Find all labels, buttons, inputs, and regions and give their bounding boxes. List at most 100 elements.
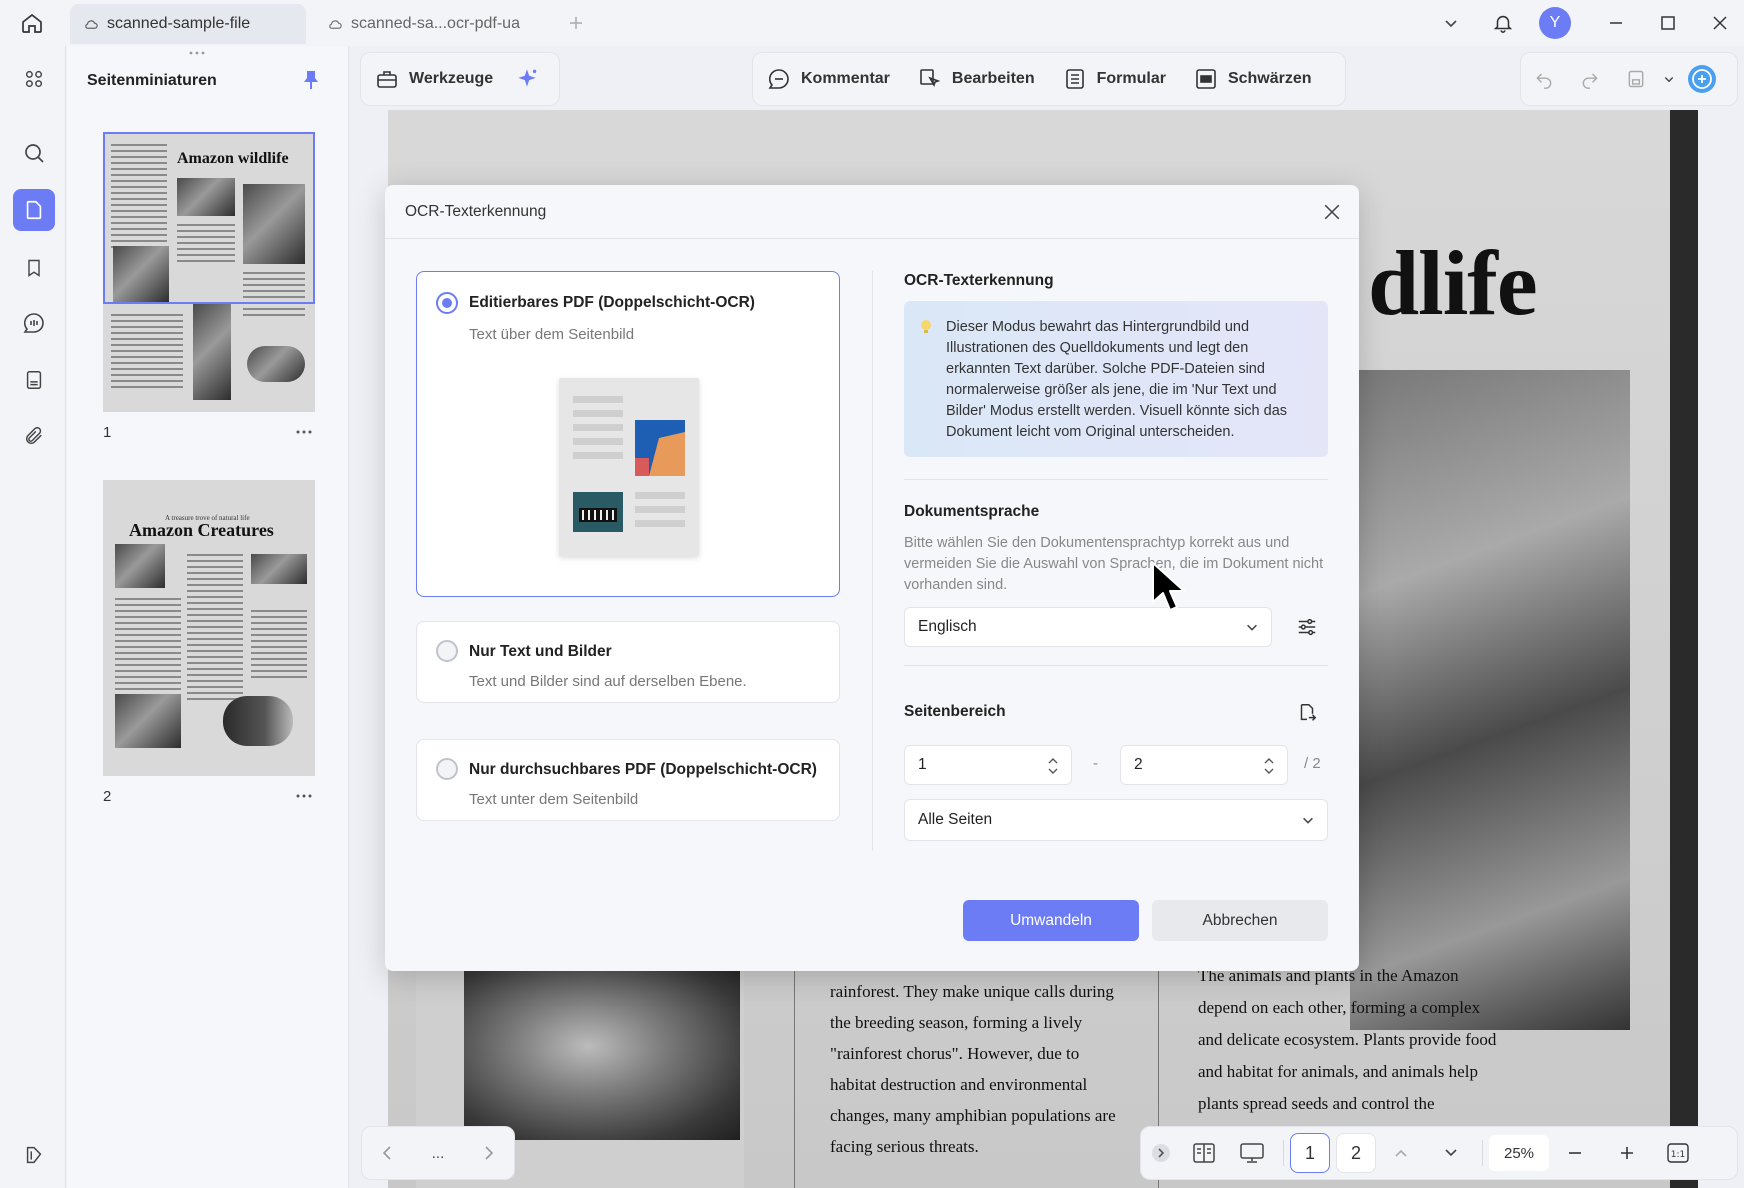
bookmark-icon[interactable] [13,247,55,289]
section-divider [904,665,1328,666]
radio-button[interactable] [436,640,458,662]
thumbnail-text-block [187,554,243,704]
option-editable-pdf[interactable]: Editierbares PDF (Doppelschicht-OCR) Tex… [416,271,840,597]
right-column-text: The animals and plants in the Amazon dep… [1198,960,1528,1120]
thumbnail-photo [193,304,231,400]
page-range-swap-icon[interactable] [1291,697,1323,729]
save-icon[interactable] [1613,53,1659,105]
actual-size-icon[interactable]: 1:1 [1653,1127,1703,1179]
werkzeuge-button[interactable]: Werkzeuge [361,53,507,105]
range-from-value: 1 [918,756,927,773]
option-title: Nur Text und Bilder [469,643,612,660]
radio-button[interactable] [436,758,458,780]
attachment-paperclip-icon[interactable] [13,415,55,457]
schwaerzen-label: Schwärzen [1227,70,1312,87]
apps-grid-icon[interactable] [13,58,55,100]
range-to-stepper[interactable]: 2 [1120,745,1288,785]
thumbnail-photo [223,696,293,746]
language-hint: Bitte wählen Sie den Dokumentensprachtyp… [904,535,1324,593]
comment-bubble-icon[interactable] [13,302,55,344]
option-searchable-pdf[interactable]: Nur durchsuchbares PDF (Doppelschicht-OC… [416,739,840,821]
zoom-out-minus-icon[interactable] [1549,1127,1601,1179]
search-icon[interactable] [13,132,55,174]
page-button-2[interactable]: 2 [1336,1133,1376,1173]
radio-button-selected[interactable] [436,292,458,314]
redo-icon[interactable] [1567,53,1613,105]
zoom-in-plus-icon[interactable] [1601,1127,1653,1179]
edit-cursor-icon [918,67,942,91]
language-settings-sliders-icon[interactable] [1291,611,1323,643]
page-dark-edge [1670,110,1698,1188]
ai-sparkle-icon[interactable] [507,53,547,105]
page-thumbnail-2[interactable]: A treasure trove of natural life Amazon … [103,480,315,776]
thumbnail-page-number: 1 [103,424,112,441]
stepper-arrows-icon[interactable] [1263,754,1275,778]
language-select[interactable]: Englisch [904,607,1272,647]
tab-label: scanned-sa...ocr-pdf-ua [351,15,520,32]
thumbnail-more-icon[interactable] [291,786,317,806]
info-text: Dieser Modus bewahrt das Hintergrundbild… [946,319,1288,440]
drag-handle-icon[interactable] [187,50,207,56]
tab-scanned-ocr-pdf-ua[interactable]: scanned-sa...ocr-pdf-ua [314,4,550,44]
text-line: facing serious threats. [830,1137,979,1156]
next-chevron-right-icon[interactable] [465,1127,514,1179]
save-options-chevron-down-icon[interactable] [1659,53,1679,105]
convert-button[interactable]: Umwandeln [963,900,1139,941]
zoom-level-field[interactable]: 25% [1489,1135,1549,1171]
language-value: Englisch [918,618,977,635]
close-window-icon[interactable] [1704,8,1736,38]
redact-icon [1194,67,1218,91]
language-heading: Dokumentsprache [904,503,1040,520]
option-text-and-images[interactable]: Nur Text und Bilder Text und Bilder sind… [416,621,840,703]
stepper-arrows-icon[interactable] [1047,754,1059,778]
left-rail [0,46,66,1188]
notification-bell-icon[interactable] [1488,8,1518,38]
view-controls-bar: 1 2 25% 1:1 [1140,1126,1738,1180]
more-pages-ellipsis[interactable]: ... [411,1127,464,1179]
pages-select[interactable]: Alle Seiten [904,799,1328,841]
presentation-icon[interactable] [1227,1127,1277,1179]
bearbeiten-button[interactable]: Bearbeiten [904,53,1049,105]
panel-toggle-icon[interactable] [13,1134,55,1176]
thumbnail-photo [251,554,307,584]
option-title: Nur durchsuchbares PDF (Doppelschicht-OC… [469,761,817,778]
text-line: "rainforest chorus". However, due to [830,1044,1080,1063]
avatar[interactable]: Y [1539,7,1571,39]
page-up-chevron-icon[interactable] [1376,1127,1426,1179]
thumbnail-more-icon[interactable] [291,422,317,442]
formular-button[interactable]: Formular [1049,53,1180,105]
text-line: habitat destruction and environmental [830,1075,1088,1094]
previous-chevron-left-icon[interactable] [362,1127,411,1179]
thumbnail-page-number: 2 [103,788,112,805]
range-from-stepper[interactable]: 1 [904,745,1072,785]
document-stack-icon[interactable] [13,359,55,401]
minimize-icon[interactable] [1600,8,1632,38]
svg-text:1:1: 1:1 [1671,1150,1685,1160]
tab-label: scanned-sample-file [107,15,251,32]
form-icon [1063,67,1087,91]
ai-assistant-icon[interactable] [1679,53,1725,105]
page-thumbnail-1[interactable]: Amazon wildlife [103,132,315,412]
tab-scanned-sample-file[interactable]: scanned-sample-file [70,4,306,44]
thumbnail-text-block [115,598,181,694]
undo-icon[interactable] [1521,53,1567,105]
tab-list-chevron-down-icon[interactable] [1437,10,1465,36]
kommentar-button[interactable]: Kommentar [753,53,904,105]
collapse-arrow-icon[interactable] [1141,1127,1181,1179]
home-icon[interactable] [14,8,50,38]
maximize-icon[interactable] [1652,8,1684,38]
new-tab-plus-icon[interactable] [562,10,590,36]
option-description: Text und Bilder sind auf derselben Ebene… [469,673,747,690]
bearbeiten-label: Bearbeiten [951,70,1035,87]
pin-icon[interactable] [297,66,325,94]
text-line: rainforest. They make unique calls durin… [830,982,1114,1001]
page-thumbnails-icon[interactable] [13,189,55,231]
kommentar-label: Kommentar [801,70,890,87]
close-icon[interactable] [1317,197,1347,227]
cancel-button[interactable]: Abbrechen [1152,900,1328,941]
page-button-1[interactable]: 1 [1290,1133,1330,1173]
schwaerzen-button[interactable]: Schwärzen [1180,53,1326,105]
reading-mode-book-icon[interactable] [1181,1127,1227,1179]
middle-column-text: rainforest. They make unique calls durin… [830,976,1150,1162]
page-down-chevron-icon[interactable] [1426,1127,1476,1179]
